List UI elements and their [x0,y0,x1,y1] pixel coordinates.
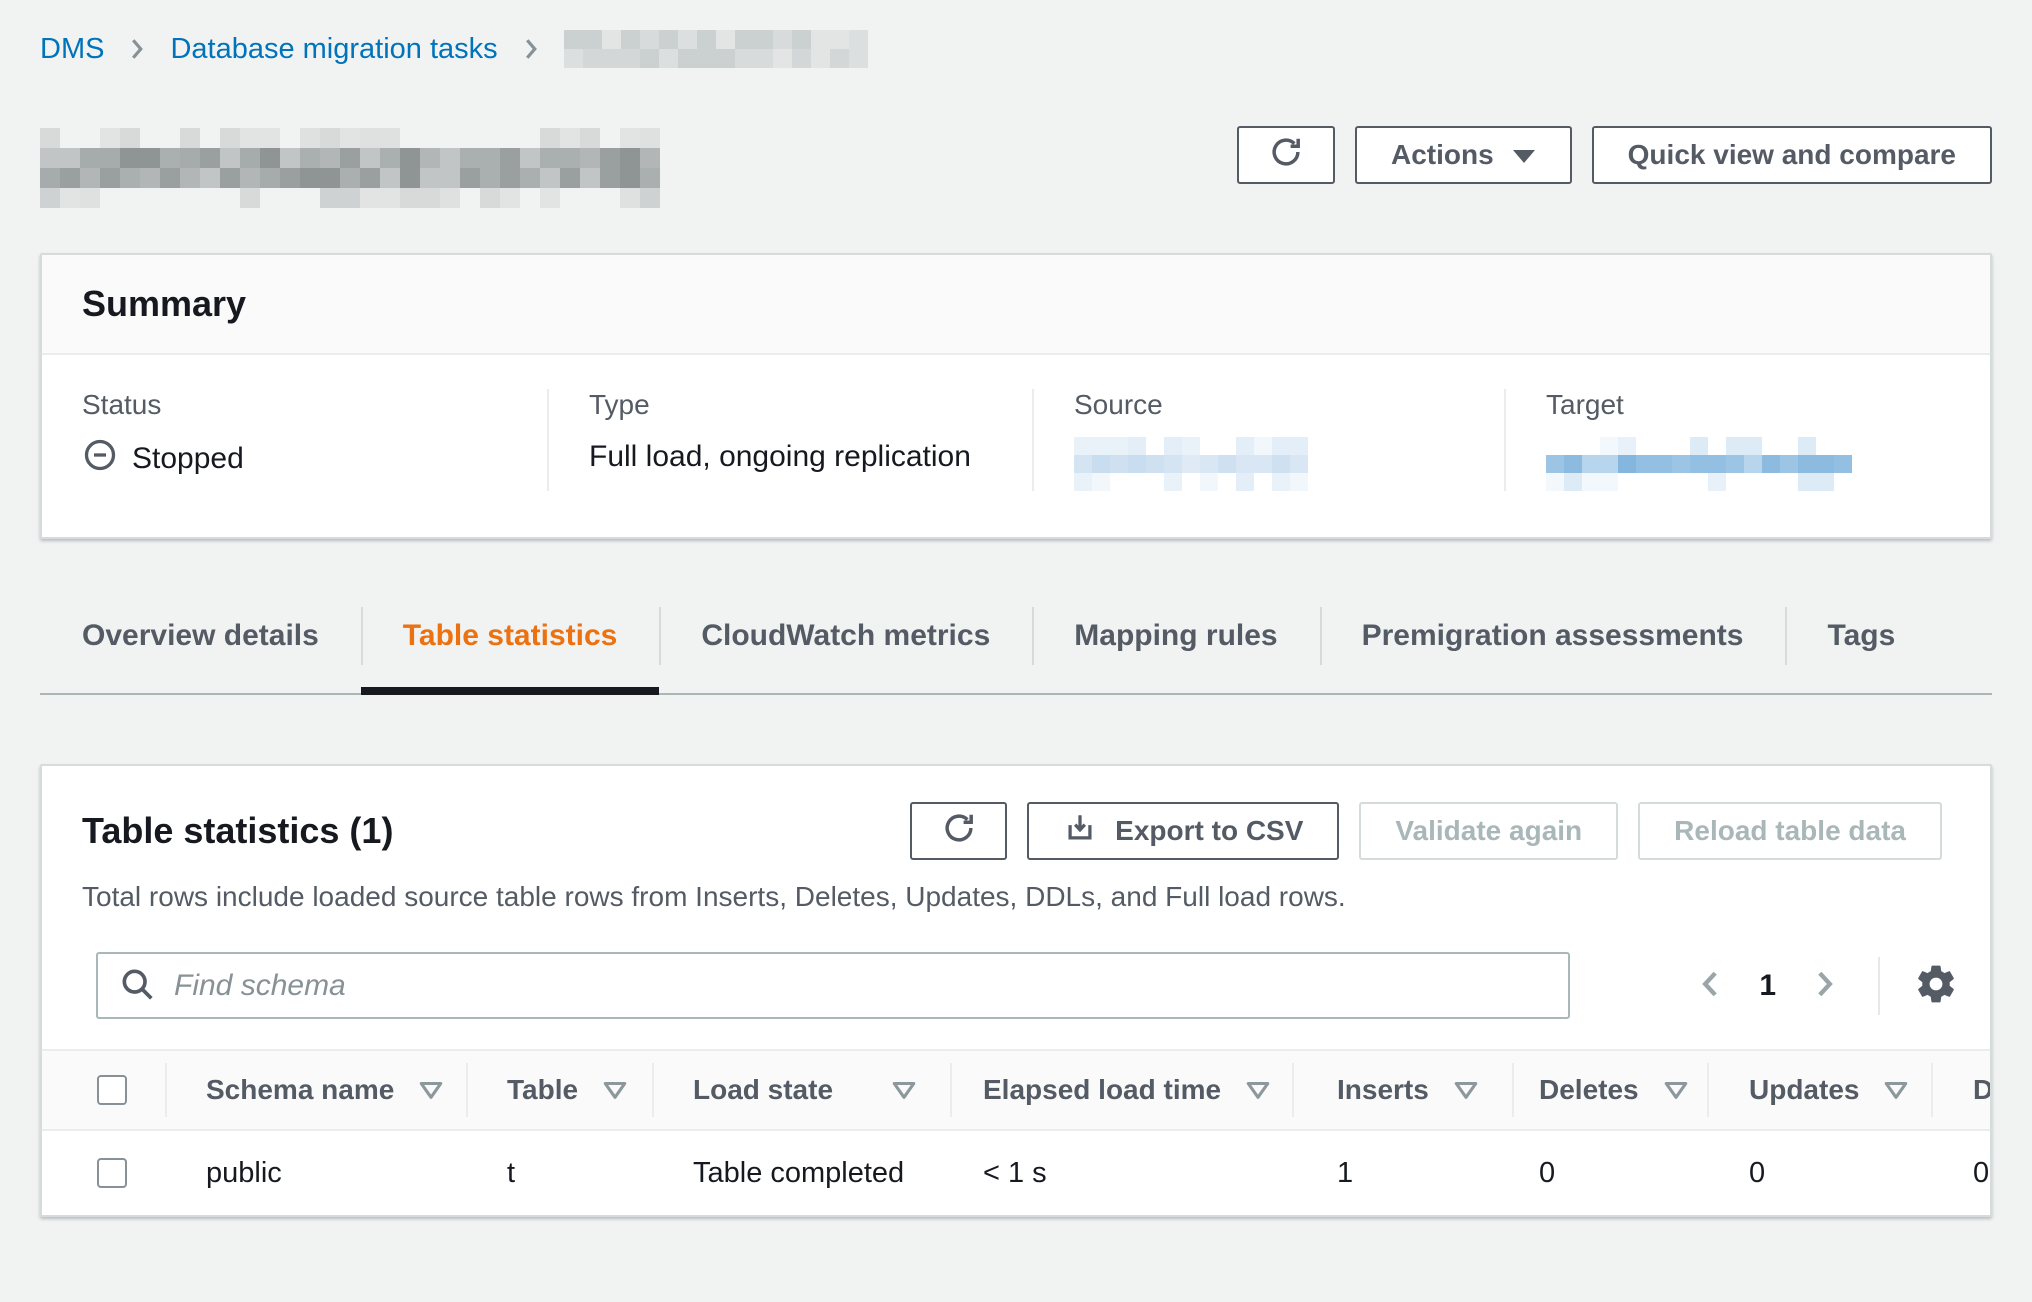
sort-icon [1883,1080,1909,1100]
cell-inserts: 1 [1292,1131,1512,1215]
table-settings-button[interactable] [1906,958,1966,1014]
caret-down-icon [1512,139,1536,171]
find-schema-input[interactable] [96,952,1570,1019]
page-header: Actions Quick view and compare [40,126,1992,208]
type-value: Full load, ongoing replication [589,437,992,477]
cell-elapsed-load-time: < 1 s [950,1131,1292,1215]
stopped-circle-minus-icon [82,437,118,481]
export-to-csv-label: Export to CSV [1115,815,1303,847]
validate-again-label: Validate again [1395,815,1582,847]
export-to-csv-button[interactable]: Export to CSV [1027,802,1339,860]
column-header-load-state[interactable]: Load state [652,1051,950,1129]
actions-button[interactable]: Actions [1355,126,1572,184]
source-link-redacted[interactable] [1074,437,1308,491]
cell-table: t [466,1131,652,1215]
chevron-right-icon [1804,964,1844,1007]
column-header-updates[interactable]: Updates [1707,1051,1931,1129]
header-actions: Actions Quick view and compare [1237,126,1992,184]
cell-deletes: 0 [1512,1131,1707,1215]
reload-table-data-label: Reload table data [1674,815,1906,847]
summary-panel-header: Summary [42,255,1990,355]
breadcrumb-link-tasks[interactable]: Database migration tasks [170,33,497,66]
quick-view-compare-button[interactable]: Quick view and compare [1592,126,1992,184]
select-all-checkbox[interactable] [97,1075,127,1105]
download-icon [1063,811,1097,852]
refresh-icon [1267,133,1305,178]
status-value-text: Stopped [132,442,244,476]
column-header-table[interactable]: Table [466,1051,652,1129]
summary-fields: Status Stopped Type Full load, ongoing r… [42,355,1990,537]
chevron-left-icon [1691,964,1731,1007]
column-header-inserts[interactable]: Inserts [1292,1051,1512,1129]
tab-mapping-rules[interactable]: Mapping rules [1032,579,1319,693]
sort-icon [891,1080,917,1100]
breadcrumb: DMS Database migration tasks [40,28,1992,70]
sort-icon [1663,1080,1689,1100]
sort-icon [602,1080,628,1100]
column-header-ddls-clipped[interactable]: D [1931,1051,1990,1129]
table-statistics-actions: Export to CSV Validate again Reload tabl… [910,802,1942,860]
schema-search [96,952,1570,1019]
summary-field-status: Status Stopped [42,389,547,491]
cell-ddls-clipped: 0 [1931,1131,1990,1215]
quick-view-compare-label: Quick view and compare [1628,139,1956,171]
refresh-button[interactable] [1237,126,1335,184]
status-value: Stopped [82,437,507,481]
statistics-table: Schema name Table Load state Elapsed loa… [42,1049,1990,1215]
row-select-cell [42,1131,165,1215]
sort-icon [418,1080,444,1100]
reload-table-data-button[interactable]: Reload table data [1638,802,1942,860]
chevron-right-icon [516,34,546,64]
actions-button-label: Actions [1391,139,1494,171]
cell-updates: 0 [1707,1131,1931,1215]
tab-premigration-assessments[interactable]: Premigration assessments [1320,579,1786,693]
cell-schema-name: public [165,1131,466,1215]
table-statistics-panel: Table statistics (1) Export to [40,764,1992,1217]
summary-panel: Summary Status Stopped Type Full load, o… [40,253,1992,539]
breadcrumb-current-redacted [564,30,868,68]
validate-again-button[interactable]: Validate again [1359,802,1618,860]
select-all-cell [42,1051,165,1129]
source-label: Source [1074,389,1464,421]
summary-title: Summary [82,283,1950,325]
cell-load-state: Table completed [652,1131,950,1215]
refresh-icon [940,809,978,854]
target-link-redacted[interactable] [1546,437,1852,491]
summary-field-target: Target [1504,389,1990,491]
page-title-redacted [40,128,660,208]
target-label: Target [1546,389,1950,421]
status-label: Status [82,389,507,421]
row-checkbox[interactable] [97,1158,127,1188]
tab-overview-details[interactable]: Overview details [40,579,361,693]
column-header-deletes[interactable]: Deletes [1512,1051,1707,1129]
previous-page-button[interactable] [1683,958,1739,1014]
column-header-schema-name[interactable]: Schema name [165,1051,466,1129]
summary-field-type: Type Full load, ongoing replication [547,389,1032,491]
table-row: public t Table completed < 1 s 1 0 0 0 [42,1131,1990,1215]
gear-icon [1914,962,1958,1009]
next-page-button[interactable] [1796,958,1852,1014]
tab-cloudwatch-metrics[interactable]: CloudWatch metrics [659,579,1032,693]
tab-table-statistics[interactable]: Table statistics [361,579,660,693]
breadcrumb-link-dms[interactable]: DMS [40,33,104,66]
table-statistics-description: Total rows include loaded source table r… [42,880,1990,914]
table-statistics-title: Table statistics (1) [82,810,910,852]
pagination: 1 [1683,957,1966,1015]
type-label: Type [589,389,992,421]
dms-task-page: DMS Database migration tasks Actions [0,28,2032,1302]
table-statistics-header: Table statistics (1) Export to [42,802,1990,860]
divider [1878,957,1880,1015]
refresh-table-button[interactable] [910,802,1007,860]
task-detail-tabs: Overview details Table statistics CloudW… [40,579,1992,695]
tab-tags[interactable]: Tags [1785,579,1937,693]
page-number[interactable]: 1 [1747,969,1788,1003]
sort-icon [1245,1080,1271,1100]
column-header-elapsed-load-time[interactable]: Elapsed load time [950,1051,1292,1129]
sort-icon [1453,1080,1479,1100]
summary-field-source: Source [1032,389,1504,491]
chevron-right-icon [122,34,152,64]
table-toolbar: 1 [42,952,1990,1019]
table-header-row: Schema name Table Load state Elapsed loa… [42,1049,1990,1131]
